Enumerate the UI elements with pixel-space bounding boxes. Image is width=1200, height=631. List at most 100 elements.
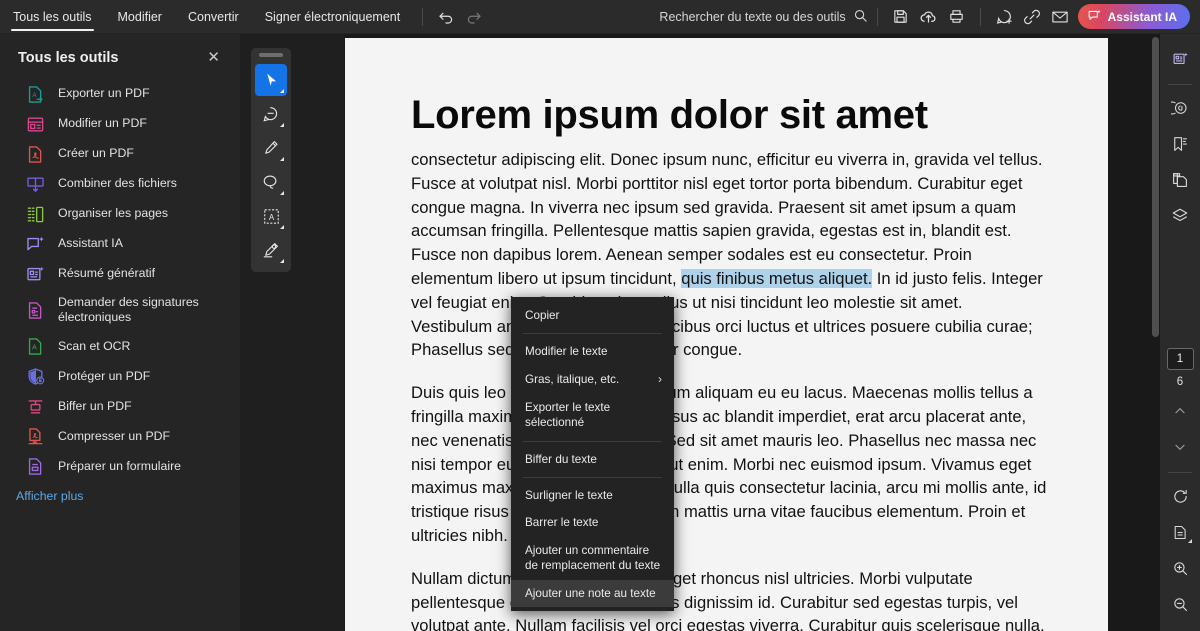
create-pdf-icon — [28, 145, 42, 163]
comment-tool[interactable] — [255, 98, 287, 130]
search-document-icon[interactable] — [1165, 93, 1195, 123]
document-viewport[interactable]: Lorem ipsum dolor sit amet consectetur a… — [344, 34, 1160, 631]
document-paragraph-1[interactable]: consectetur adipiscing elit. Donec ipsum… — [411, 148, 1048, 362]
menu-divider — [523, 477, 662, 479]
close-icon[interactable]: ✕ — [203, 48, 224, 67]
menu-item-label: Exporter le texte sélectionné — [525, 400, 611, 430]
sidebar-item-modifier-un-pdf[interactable]: Modifier un PDF — [0, 109, 240, 139]
top-menu-bar: Tous les outils Modifier Convertir Signe… — [0, 0, 1200, 34]
page-fit-icon[interactable] — [1165, 517, 1195, 547]
sidebar-item-label: Scan et OCR — [58, 338, 131, 353]
add-comment-icon[interactable] — [990, 3, 1018, 31]
prepare-form-icon — [28, 458, 42, 475]
application-window: Tous les outils Modifier Convertir Signe… — [0, 0, 1200, 631]
sidebar-item-biffer-un-pdf[interactable]: Biffer un PDF — [0, 391, 240, 421]
menu-item-gras-italique-etc[interactable]: Gras, italique, etc. › — [511, 366, 674, 394]
sidebar-item-assistant-ia[interactable]: Assistant IA — [0, 229, 240, 259]
divider — [1168, 84, 1192, 85]
menu-item-modifier-le-texte[interactable]: Modifier le texte — [511, 338, 674, 365]
toolbar-drag-handle[interactable] — [259, 53, 283, 57]
sidebar-item-combiner-des-fichiers[interactable]: Combiner des fichiers — [0, 169, 240, 199]
page-thumbnails-icon[interactable] — [1165, 165, 1195, 195]
svg-text:A: A — [268, 213, 274, 222]
document-paragraph-3[interactable]: Nullam dictum ante quis faucibus, eget r… — [411, 567, 1048, 631]
undo-icon[interactable] — [432, 3, 460, 31]
lasso-tool[interactable] — [255, 166, 287, 198]
svg-text:A: A — [32, 344, 37, 352]
menu-modifier[interactable]: Modifier — [105, 0, 175, 34]
zoom-out-icon[interactable] — [1165, 589, 1195, 619]
paragraph-text-pre: consectetur adipiscing elit. Donec ipsum… — [411, 150, 1043, 288]
current-page-field[interactable]: 1 — [1166, 348, 1194, 370]
tool-options-caret — [280, 123, 284, 127]
menu-divider — [523, 333, 662, 335]
sidebar-item-organiser-les-pages[interactable]: Organiser les pages — [0, 199, 240, 229]
menu-signer-electroniquement[interactable]: Signer électroniquement — [252, 0, 414, 34]
selected-text[interactable]: quis finibus metus aliquet. — [681, 268, 873, 288]
menu-item-ajouter-un-commentaire-de-remplacement-du-texte[interactable]: Ajouter un commentaire de remplacement d… — [511, 537, 674, 580]
menu-item-surligner-le-texte[interactable]: Surligner le texte — [511, 482, 674, 509]
menu-item-biffer-du-texte[interactable]: Biffer du texte — [511, 446, 674, 473]
all-tools-sidebar: Tous les outils ✕ A Exporter un PDF Modi… — [0, 34, 240, 631]
menu-item-ajouter-une-note-au-texte[interactable]: Ajouter une note au texte — [511, 579, 674, 608]
share-link-icon[interactable] — [1018, 3, 1046, 31]
divider — [979, 7, 981, 26]
sidebar-item-compresser-un-pdf[interactable]: Compresser un PDF — [0, 421, 240, 451]
generative-summary-icon — [27, 266, 44, 280]
text-box-tool[interactable]: A — [255, 200, 287, 232]
sidebar-item-preparer-un-formulaire[interactable]: Préparer un formulaire — [0, 451, 240, 481]
search-icon[interactable] — [853, 8, 868, 26]
search-box[interactable]: Rechercher du texte ou des outils — [659, 8, 867, 26]
tool-options-caret — [280, 225, 284, 229]
menu-item-exporter-le-texte-selectionne[interactable]: Exporter le texte sélectionné — [511, 394, 674, 437]
sidebar-item-label: Combiner des fichiers — [58, 176, 177, 191]
chevron-up-icon[interactable] — [1165, 396, 1195, 426]
ai-assistant-icon[interactable] — [1165, 44, 1195, 74]
document-vertical-scrollbar[interactable] — [1152, 37, 1159, 337]
menu-item-barrer-le-texte[interactable]: Barrer le texte — [511, 509, 674, 536]
edit-pdf-icon — [27, 116, 44, 132]
sidebar-item-label: Résumé génératif — [58, 266, 156, 281]
document-paragraph-2[interactable]: Duis quis leo eget tellus condimentum al… — [411, 381, 1048, 548]
show-more-link[interactable]: Afficher plus — [0, 481, 240, 511]
email-icon[interactable] — [1046, 3, 1074, 31]
export-pdf-icon: A — [28, 85, 43, 103]
stamp-tool[interactable] — [255, 234, 287, 266]
cloud-upload-icon[interactable] — [915, 3, 943, 31]
save-icon[interactable] — [887, 3, 915, 31]
sidebar-item-creer-un-pdf[interactable]: Créer un PDF — [0, 139, 240, 169]
sidebar-item-resume-generatif[interactable]: Résumé génératif — [0, 259, 240, 289]
rotate-icon[interactable] — [1165, 481, 1195, 511]
menu-item-copier[interactable]: Copier — [511, 302, 674, 329]
ai-assistant-icon — [27, 236, 44, 250]
sidebar-item-scan-et-ocr[interactable]: A Scan et OCR — [0, 331, 240, 361]
redo-icon[interactable] — [460, 3, 488, 31]
tool-options-caret — [1188, 539, 1192, 543]
bookmarks-icon[interactable] — [1165, 129, 1195, 159]
sidebar-item-proteger-un-pdf[interactable]: Protéger un PDF — [0, 361, 240, 391]
request-signatures-icon — [28, 302, 42, 319]
sidebar-item-label: Organiser les pages — [58, 206, 169, 221]
annotation-toolbar-area: A — [240, 34, 344, 631]
sidebar-item-label: Compresser un PDF — [58, 428, 171, 443]
ai-assistant-button[interactable]: Assistant IA — [1077, 4, 1190, 29]
menu-convertir[interactable]: Convertir — [175, 0, 252, 34]
layers-icon[interactable] — [1165, 201, 1195, 231]
zoom-in-icon[interactable] — [1165, 553, 1195, 583]
search-placeholder: Rechercher du texte ou des outils — [659, 9, 846, 24]
divider — [876, 7, 878, 26]
menu-divider — [523, 440, 662, 442]
sidebar-item-exporter-un-pdf[interactable]: A Exporter un PDF — [0, 79, 240, 109]
chevron-down-icon[interactable] — [1165, 432, 1195, 462]
divider — [1168, 472, 1192, 473]
menu-tous-les-outils[interactable]: Tous les outils — [0, 0, 105, 34]
ai-assistant-label: Assistant IA — [1107, 9, 1177, 24]
sidebar-item-label: Protéger un PDF — [58, 368, 151, 383]
print-icon[interactable] — [943, 3, 971, 31]
sidebar-item-demander-des-signatures-electroniques[interactable]: Demander des signatures électroniques — [0, 289, 240, 331]
select-tool[interactable] — [255, 64, 287, 96]
combine-files-icon — [27, 176, 44, 192]
pdf-page[interactable]: Lorem ipsum dolor sit amet consectetur a… — [345, 38, 1108, 631]
highlight-pen-tool[interactable] — [255, 132, 287, 164]
menu-item-label: Surligner le texte — [525, 489, 613, 503]
